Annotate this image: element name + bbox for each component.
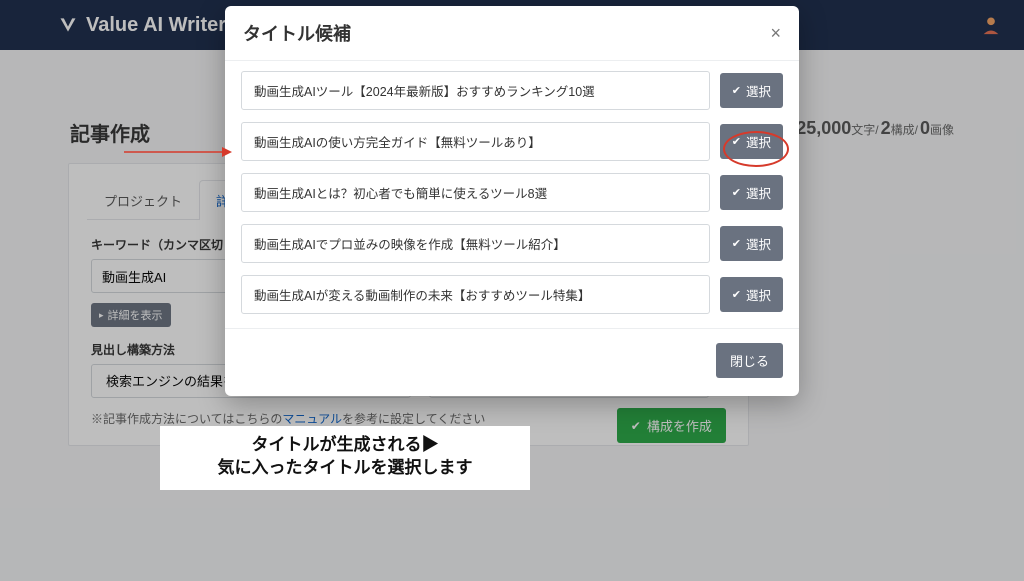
candidate-row: 動画生成AIが変える動画制作の未来【おすすめツール特集】 選択: [225, 269, 799, 320]
modal-title: タイトル候補: [243, 20, 351, 46]
candidate-row: 動画生成AIとは？初心者でも簡単に使えるツール8選 選択: [225, 167, 799, 218]
candidate-text: 動画生成AIでプロ並みの映像を作成【無料ツール紹介】: [241, 224, 710, 263]
candidate-row: 動画生成AIの使い方完全ガイド【無料ツールあり】 選択: [225, 116, 799, 167]
close-button[interactable]: 閉じる: [716, 343, 783, 378]
candidate-row: 動画生成AIツール【2024年最新版】おすすめランキング10選 選択: [225, 65, 799, 116]
candidate-text: 動画生成AIが変える動画制作の未来【おすすめツール特集】: [241, 275, 710, 314]
divider: [225, 60, 799, 61]
candidate-text: 動画生成AIとは？初心者でも簡単に使えるツール8選: [241, 173, 710, 212]
annotation-caption: タイトルが生成される▶ 気に入ったタイトルを選択します: [160, 426, 530, 490]
select-button[interactable]: 選択: [720, 73, 783, 108]
select-button[interactable]: 選択: [720, 175, 783, 210]
candidate-text: 動画生成AIツール【2024年最新版】おすすめランキング10選: [241, 71, 710, 110]
close-icon[interactable]: ×: [770, 23, 781, 44]
divider: [225, 328, 799, 329]
candidate-row: 動画生成AIでプロ並みの映像を作成【無料ツール紹介】 選択: [225, 218, 799, 269]
select-button[interactable]: 選択: [720, 277, 783, 312]
candidate-text: 動画生成AIの使い方完全ガイド【無料ツールあり】: [241, 122, 710, 161]
select-button[interactable]: 選択: [720, 226, 783, 261]
select-button[interactable]: 選択: [720, 124, 783, 159]
title-candidate-modal: タイトル候補 × 動画生成AIツール【2024年最新版】おすすめランキング10選…: [225, 6, 799, 396]
